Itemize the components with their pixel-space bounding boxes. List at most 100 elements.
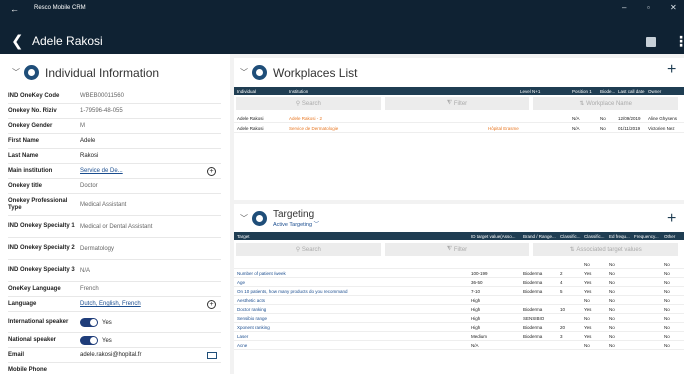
language-link[interactable]: Dutch, English, French: [80, 301, 207, 307]
column-header[interactable]: Last call date: [618, 89, 645, 94]
more-menu-icon[interactable]: ⋮: [674, 33, 684, 50]
cell: N/A: [471, 343, 479, 348]
individual-fields: IND OneKey Code WBEB00011560 Onekey No. …: [8, 89, 221, 378]
national-speaker-toggle[interactable]: [80, 335, 98, 345]
cell: No: [584, 298, 590, 303]
close-button[interactable]: ✕: [670, 3, 677, 12]
table-row[interactable]: Doctor ranking High Bioderma 10 Yes No N…: [234, 305, 684, 314]
field-value[interactable]: Medical or Dental Assistant: [80, 224, 221, 230]
targeting-search[interactable]: ⚲ Search: [236, 243, 381, 256]
cell: SENSIBIO: [523, 316, 545, 321]
maximize-button[interactable]: ▫: [647, 3, 650, 12]
table-row[interactable]: Aesthetic acts High No No No: [234, 296, 684, 305]
email-value[interactable]: adele.rakosi@hopital.fr: [80, 352, 207, 358]
field-label: International speaker: [8, 318, 69, 325]
cell: No: [664, 325, 670, 330]
column-header[interactable]: Classific...: [560, 234, 581, 239]
back-arrow-icon[interactable]: ❮: [11, 32, 24, 50]
field-value[interactable]: Adele: [80, 138, 221, 144]
cell: 5: [560, 289, 563, 294]
field-value[interactable]: Rakosi: [80, 153, 221, 159]
international-speaker-toggle[interactable]: [80, 317, 98, 327]
window-back-button[interactable]: ←: [10, 4, 19, 14]
field-value[interactable]: N/A: [80, 268, 221, 274]
column-header[interactable]: Target: [237, 234, 250, 239]
column-header[interactable]: Biode...: [600, 89, 615, 94]
workplaces-section-header[interactable]: ﹀ Workplaces List: [240, 65, 357, 80]
field-value[interactable]: 1-79596-48-055: [80, 108, 221, 114]
add-workplace-button[interactable]: +: [667, 61, 676, 79]
column-header[interactable]: Classific...: [584, 234, 605, 239]
chevron-down-icon[interactable]: ﹀: [12, 67, 20, 78]
targeting-filterbar: ⚲ Search ⧨ Filter ⇅ Associated target va…: [236, 243, 682, 257]
field-language: Language Dutch, English, French +: [8, 297, 221, 312]
table-row[interactable]: Laser Medium Bioderma 3 Yes No No: [234, 332, 684, 341]
table-row[interactable]: Age 36-50 Bioderma 4 Yes No No: [234, 278, 684, 287]
cell: 10: [560, 307, 566, 312]
column-header[interactable]: Other: [664, 234, 675, 239]
targeting-sort[interactable]: ⇅ Associated target values: [533, 243, 679, 256]
cell[interactable]: Hôpital Erasme: [488, 126, 519, 131]
field-label: Onekey title: [8, 182, 43, 189]
workplaces-filter[interactable]: ⧨ Filter: [384, 97, 530, 110]
chevron-down-icon[interactable]: ﹀: [240, 67, 248, 78]
column-header[interactable]: Position 1: [572, 89, 592, 94]
targeting-grid-header: Target ID target value(Asso... Brand / R…: [234, 232, 684, 240]
targeting-section-header[interactable]: ﹀ Targeting Active Targeting ﹀: [240, 209, 319, 228]
filter-label: Filter: [453, 246, 468, 253]
individual-section-header[interactable]: ﹀ Individual Information: [12, 65, 159, 80]
column-header[interactable]: Institution: [289, 89, 308, 94]
column-header[interactable]: Individual: [237, 89, 256, 94]
table-row[interactable]: Adele Rakosi Adele Rakosi - 2 N/A No 12/…: [234, 114, 684, 123]
field-value[interactable]: WBEB00011560: [80, 93, 221, 99]
column-header[interactable]: Level N+1: [520, 89, 540, 94]
table-row[interactable]: Acne N/A No No No: [234, 341, 684, 350]
main-institution-link[interactable]: Service de De...: [80, 168, 207, 174]
table-row[interactable]: Xponent ranking High Bioderma 20 Yes No …: [234, 323, 684, 332]
field-value[interactable]: Medical Assistant: [80, 202, 221, 208]
targeting-view-selector[interactable]: Active Targeting ﹀: [273, 220, 319, 228]
save-icon[interactable]: [646, 37, 656, 47]
field-specialty-1: IND Onekey Specialty 1 Medical or Dental…: [8, 216, 221, 238]
table-row[interactable]: Adele Rakosi Service de Dermatologie Hôp…: [234, 124, 684, 133]
table-row[interactable]: Number of patient /week 100-199 Bioderma…: [234, 269, 684, 278]
chevron-down-icon[interactable]: ﹀: [240, 213, 248, 224]
table-row[interactable]: Sensibio range High SENSIBIO No No No: [234, 314, 684, 323]
column-header[interactable]: Brand / Range...: [523, 234, 556, 239]
workplaces-search[interactable]: ⚲ Search: [236, 97, 381, 110]
field-value[interactable]: Doctor: [80, 183, 221, 189]
workplaces-filterbar: ⚲ Search ⧨ Filter ⇅ Workplace Name: [236, 97, 682, 111]
cell[interactable]: Service de Dermatologie: [289, 126, 338, 131]
cell: Sensibio range: [237, 316, 268, 321]
minimize-button[interactable]: –: [622, 3, 626, 12]
column-header[interactable]: Ed frequ...: [609, 234, 630, 239]
cell: Adele Rakosi: [237, 126, 264, 131]
field-value[interactable]: French: [80, 286, 221, 292]
field-riziv: Onekey No. Riziv 1-79596-48-055: [8, 104, 221, 119]
targeting-filter[interactable]: ⧨ Filter: [384, 243, 530, 256]
cell: No: [600, 126, 606, 131]
field-label: IND Onekey Specialty 2: [8, 245, 75, 251]
field-international-speaker: International speaker Yes: [8, 312, 221, 333]
record-header: ❮ Adele Rakosi ⋮: [0, 29, 684, 54]
column-header[interactable]: Frequency...: [634, 234, 659, 239]
workplaces-sort[interactable]: ⇅ Workplace Name: [533, 97, 679, 110]
field-value[interactable]: Dermatology: [80, 246, 221, 252]
table-row[interactable]: On 10 patients, how many products do you…: [234, 287, 684, 296]
field-label: Language: [8, 300, 37, 307]
cell: Medium: [471, 334, 488, 339]
mail-icon[interactable]: [207, 351, 217, 359]
column-header[interactable]: Owner: [648, 89, 661, 94]
field-email: Email adele.rakosi@hopital.fr: [8, 348, 221, 363]
cell: Yes: [584, 271, 592, 276]
field-label: IND OneKey Code: [8, 92, 60, 99]
field-value[interactable]: M: [80, 123, 221, 129]
table-row[interactable]: No No No: [234, 260, 684, 269]
cell[interactable]: Adele Rakosi - 2: [289, 116, 322, 121]
add-institution-icon[interactable]: +: [207, 166, 216, 176]
add-language-icon[interactable]: +: [207, 299, 216, 309]
field-onekey-title: Onekey title Doctor: [8, 179, 221, 194]
add-targeting-button[interactable]: +: [667, 210, 676, 228]
column-header[interactable]: ID target value(Asso...: [471, 234, 516, 239]
field-label: Onekey Gender: [8, 122, 53, 129]
